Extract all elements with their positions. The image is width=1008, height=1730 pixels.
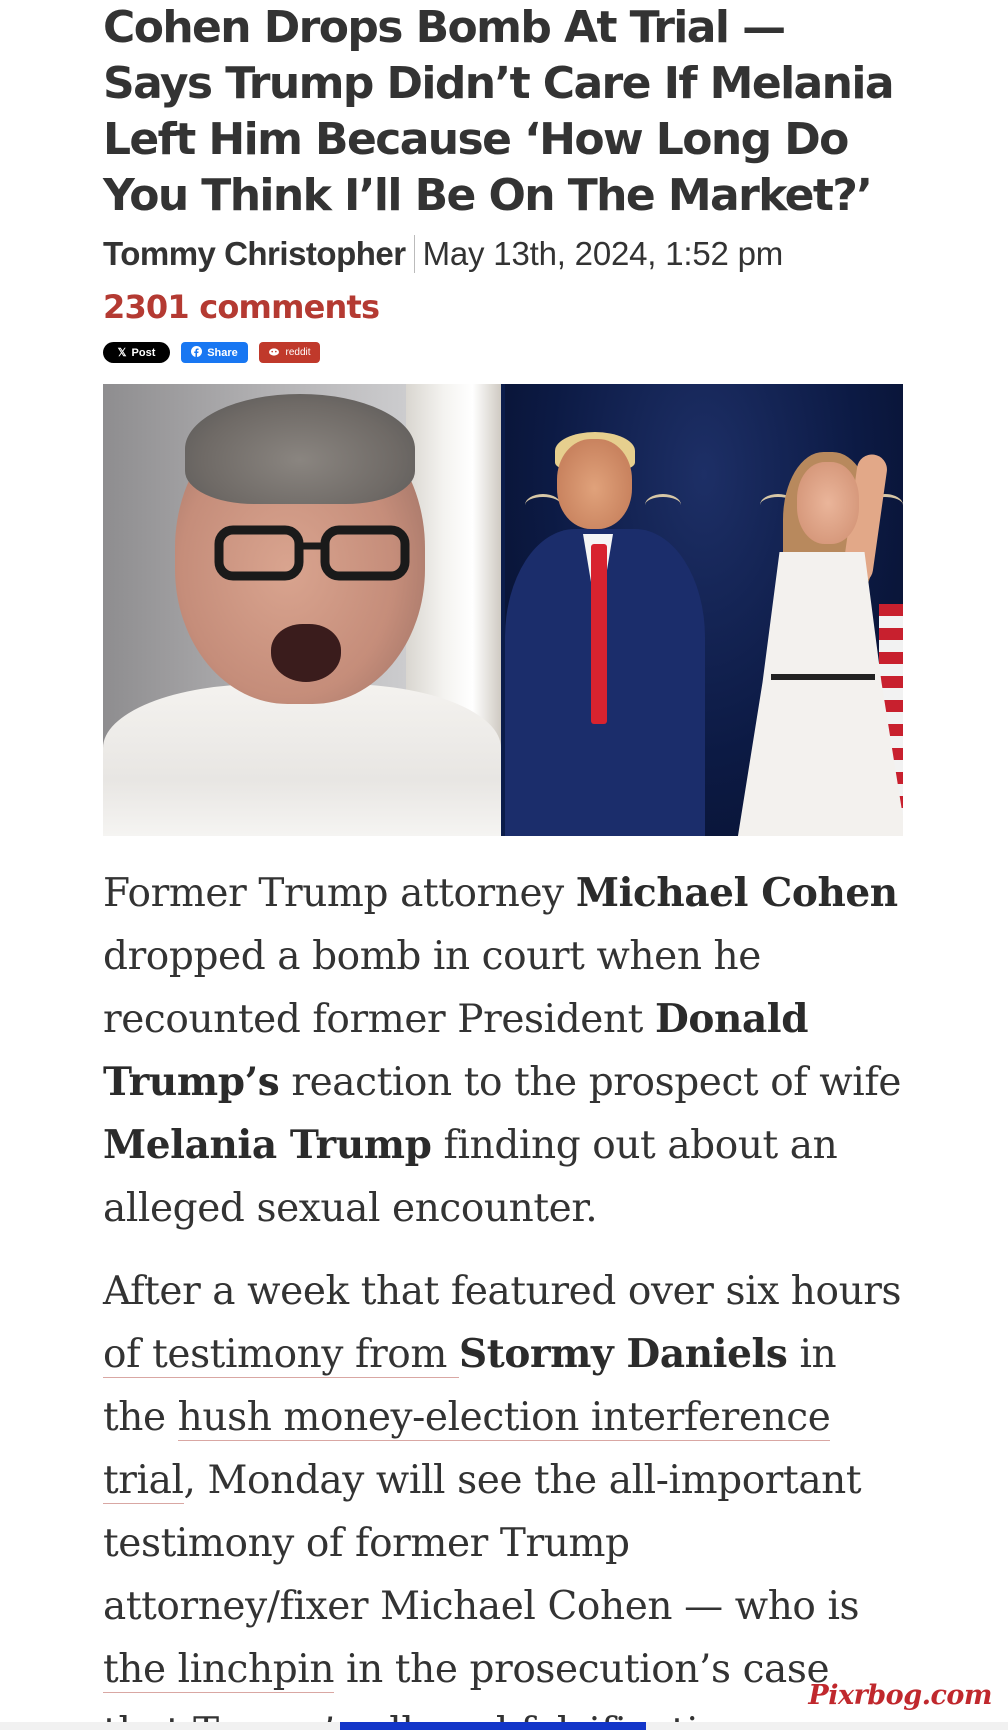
publish-date: May 13th, 2024, 1:52 pm xyxy=(422,235,784,272)
reddit-share-label: reddit xyxy=(285,347,311,358)
hero-image xyxy=(103,384,903,836)
inline-link[interactable]: of testimony from xyxy=(103,1332,459,1378)
body-text-run: Former Trump attorney xyxy=(103,871,576,916)
comments-link[interactable]: 2301 comments xyxy=(103,286,903,328)
x-logo-icon: 𝕏 xyxy=(117,347,127,359)
cohen-photo xyxy=(103,384,501,836)
body-text-run: After a week that featured over six hour… xyxy=(103,1269,902,1314)
share-bar: 𝕏 Post Share reddit xyxy=(103,342,903,364)
article-body: Former Trump attorney Michael Cohen drop… xyxy=(103,862,903,1730)
facebook-share-label: Share xyxy=(207,346,238,359)
article-title: Cohen Drops Bomb At Trial — Says Trump D… xyxy=(103,2,895,221)
byline: Tommy Christopher May 13th, 2024, 1:52 p… xyxy=(103,234,903,274)
author-link[interactable]: Tommy Christopher xyxy=(103,235,406,273)
bold-name: Stormy Daniels xyxy=(458,1331,788,1377)
trump-melania-photo xyxy=(505,384,903,836)
reddit-icon xyxy=(268,347,280,359)
bold-name: Michael Cohen xyxy=(575,870,898,916)
body-text-run: reaction to the prospect of wife xyxy=(279,1060,902,1105)
article: Cohen Drops Bomb At Trial — Says Trump D… xyxy=(103,0,903,1730)
byline-separator xyxy=(413,235,415,273)
inline-link[interactable]: the linchpin xyxy=(103,1647,334,1693)
paragraph-2: After a week that featured over six hour… xyxy=(103,1260,903,1730)
bottom-scroll-indicator[interactable] xyxy=(340,1722,646,1730)
reddit-share-button[interactable]: reddit xyxy=(259,342,320,363)
watermark-logo: Pixrbog.com xyxy=(808,1680,992,1711)
facebook-share-button[interactable]: Share xyxy=(181,342,248,363)
x-post-label: Post xyxy=(131,346,156,359)
body-text-run: , Monday will see the all-important test… xyxy=(103,1458,862,1629)
x-post-button[interactable]: 𝕏 Post xyxy=(103,342,170,363)
bold-name: Melania Trump xyxy=(103,1122,432,1168)
paragraph-1: Former Trump attorney Michael Cohen drop… xyxy=(103,862,903,1240)
facebook-icon xyxy=(191,345,203,360)
